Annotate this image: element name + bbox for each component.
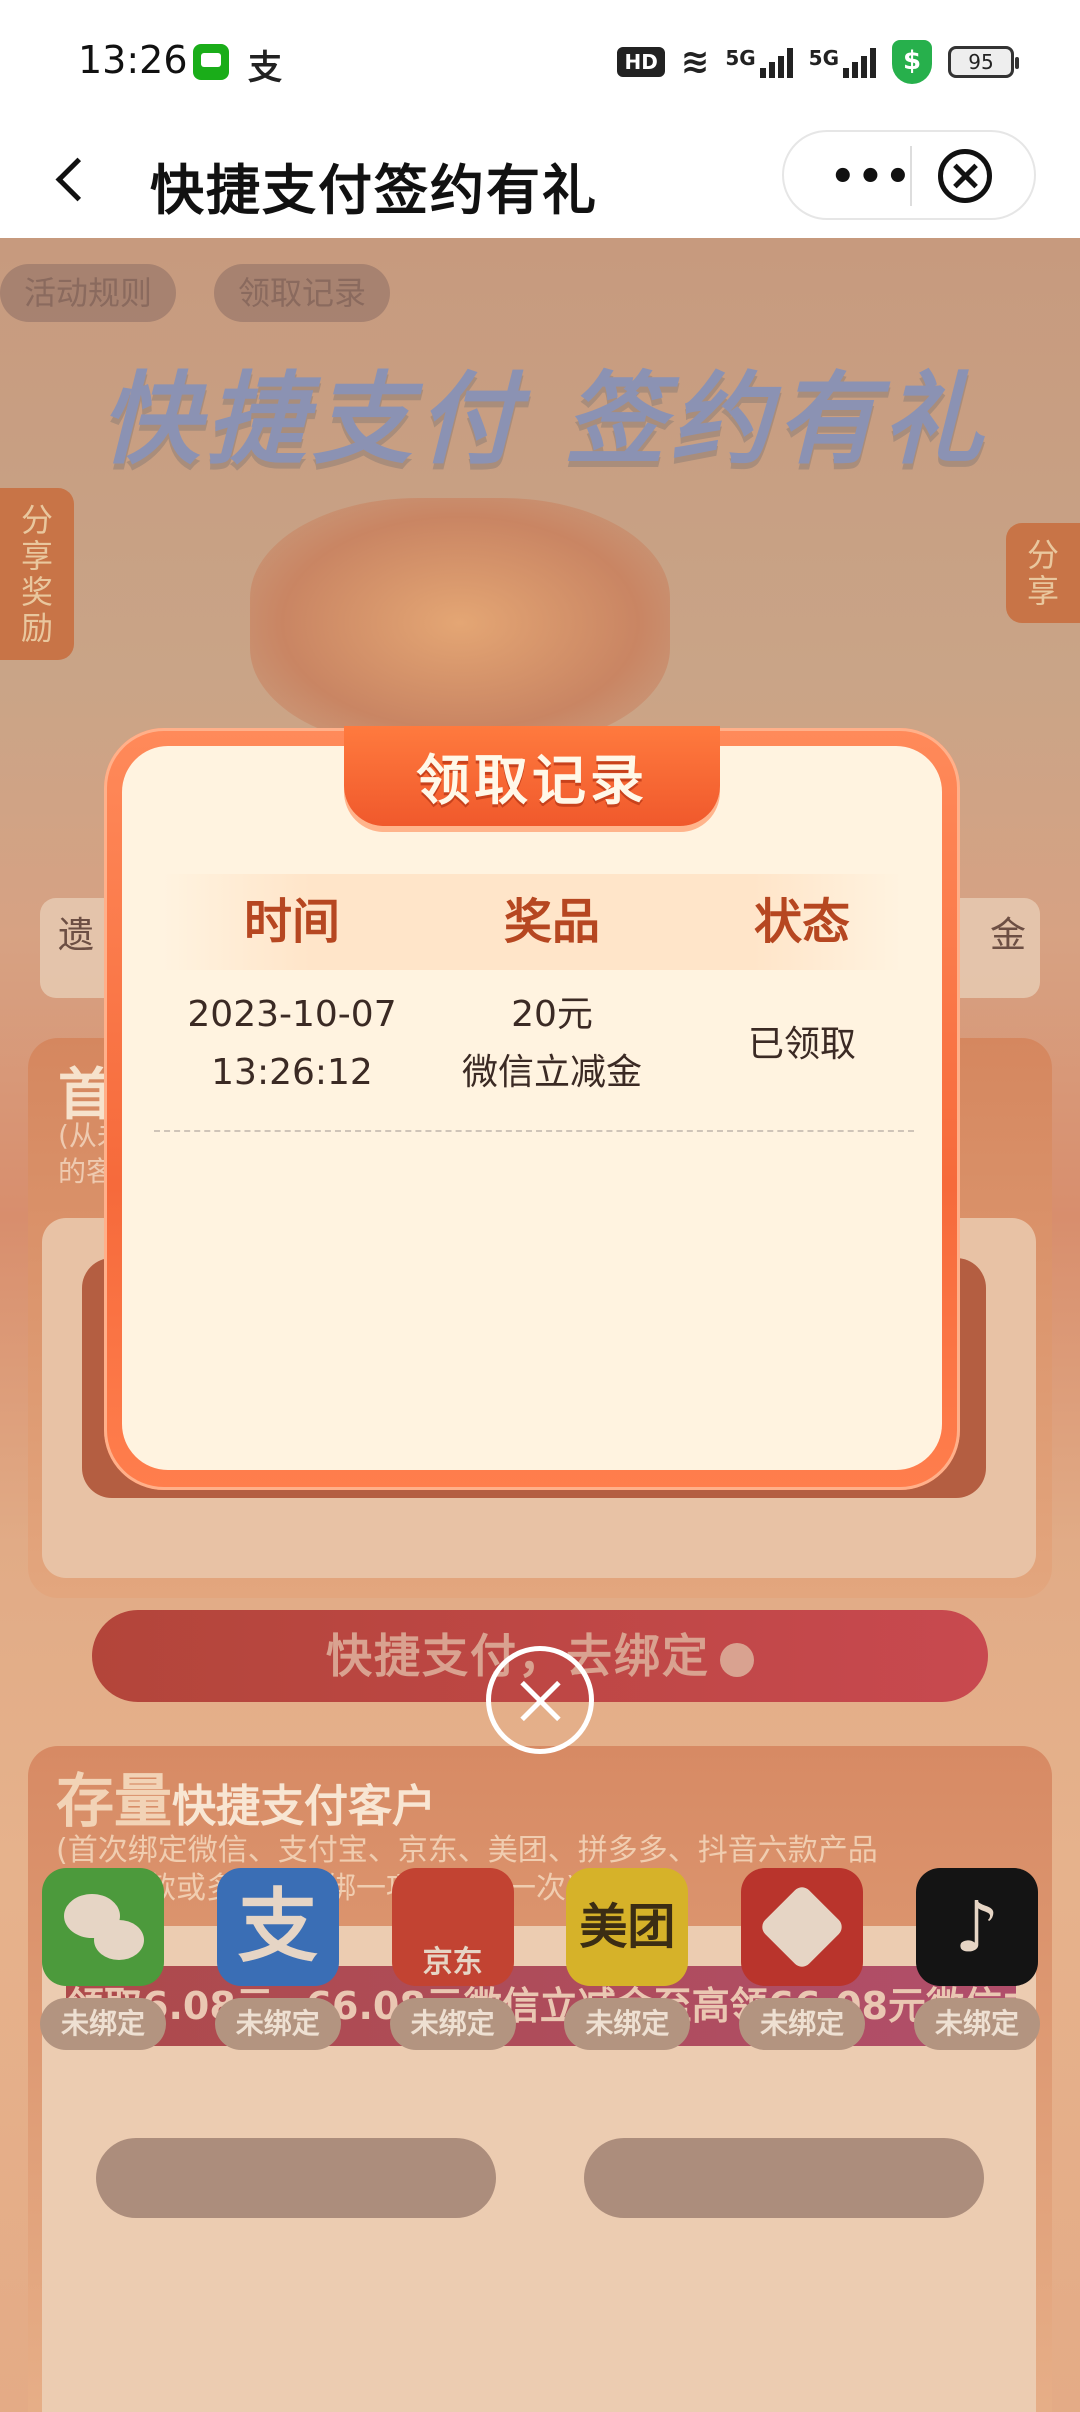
records-modal-header: 领取记录 [344,726,720,826]
capsule-divider [910,146,912,206]
close-miniprogram-icon[interactable] [938,149,992,203]
record-prize-cell: 20元 微信立减金 [432,986,672,1102]
status-icons: HD ≋ 5G 5G $ 95 [617,40,1019,84]
row-divider [154,1130,914,1132]
alipay-notification-icon: 支 [248,48,282,88]
records-table-header: 时间 奖品 状态 [162,874,902,970]
header-time: 时间 [243,894,340,950]
record-prize-amount: 20元 [511,994,593,1035]
page-title: 快捷支付签约有礼 [150,159,598,222]
header-status: 状态 [753,894,850,950]
record-status-cell: 已领取 [747,1024,856,1065]
records-modal-body: 时间 奖品 状态 2023-10-07 13:26:12 20元 微信立减金 已… [122,746,942,1470]
battery-icon: 95 [948,46,1019,78]
status-bar: 13:26 支 HD ≋ 5G 5G $ 95 [0,0,1080,120]
signal-icon-1: 5G [725,46,793,78]
more-options-button[interactable]: ••• [830,154,913,200]
signal-icon-2: 5G [809,46,876,78]
miniprogram-capsule: ••• [782,130,1036,220]
message-app-icon [193,44,229,80]
header-prize: 奖品 [503,894,600,950]
records-modal: 时间 奖品 状态 2023-10-07 13:26:12 20元 微信立减金 已… [104,726,960,1490]
record-time: 13:26:12 [211,1052,373,1093]
record-date: 2023-10-07 [187,994,397,1035]
hd-icon: HD [617,47,665,77]
wifi-icon: ≋ [680,42,710,82]
security-shield-icon: $ [892,40,932,84]
nav-bar: 快捷支付签约有礼 ••• [0,120,1080,238]
close-modal-icon[interactable] [486,1646,594,1754]
records-modal-title: 领取记录 [416,749,648,812]
record-prize-name: 微信立减金 [461,1052,642,1093]
record-time-cell: 2023-10-07 13:26:12 [172,986,412,1102]
status-time: 13:26 [78,38,188,82]
back-arrow-icon[interactable] [42,148,102,208]
